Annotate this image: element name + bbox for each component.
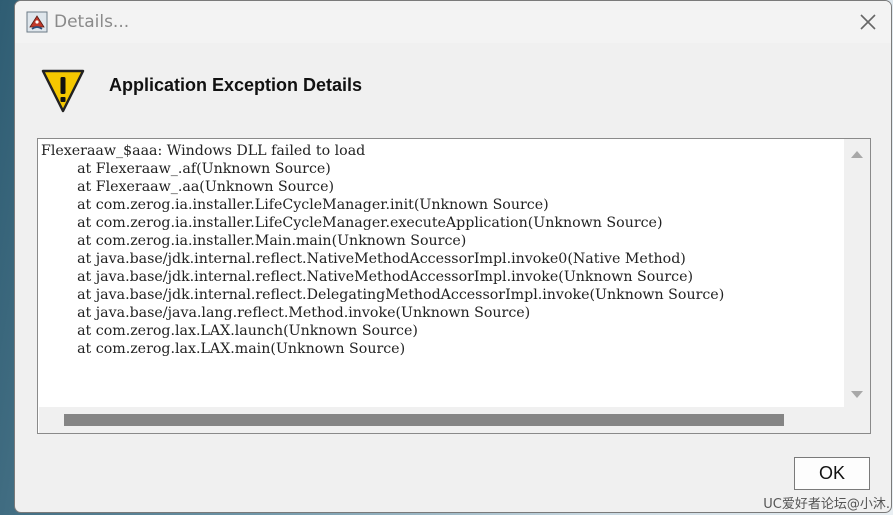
dialog-heading: Application Exception Details: [109, 75, 363, 95]
horizontal-scroll-thumb[interactable]: [64, 414, 784, 426]
scroll-up-arrow-icon[interactable]: [851, 151, 863, 158]
exception-details-panel[interactable]: Flexeraaw_$aaa: Windows DLL failed to lo…: [37, 138, 871, 434]
vertical-scrollbar[interactable]: [844, 139, 870, 433]
ok-button[interactable]: OK: [794, 457, 870, 490]
stack-trace-line: at com.zerog.ia.installer.LifeCycleManag…: [41, 197, 549, 213]
stack-trace-line: at com.zerog.ia.installer.LifeCycleManag…: [41, 215, 663, 231]
close-x-icon: [860, 14, 876, 30]
exception-details-text[interactable]: Flexeraaw_$aaa: Windows DLL failed to lo…: [39, 140, 845, 408]
horizontal-scrollbar[interactable]: [39, 407, 845, 433]
java-installer-icon: [26, 11, 48, 33]
stack-trace-line: at java.base/jdk.internal.reflect.Native…: [41, 251, 686, 267]
scroll-down-arrow-icon[interactable]: [851, 391, 863, 398]
stack-trace-line: at com.zerog.ia.installer.Main.main(Unkn…: [41, 233, 467, 249]
stack-trace-line: at java.base/jdk.internal.reflect.Delega…: [41, 287, 725, 303]
stack-trace-line: Flexeraaw_$aaa: Windows DLL failed to lo…: [41, 143, 366, 159]
warning-triangle-icon: [41, 68, 85, 114]
title-bar[interactable]: Details...: [15, 1, 891, 43]
details-dialog-window: Details... Application Exception Details…: [14, 0, 892, 513]
stack-trace-line: at Flexeraaw_.aa(Unknown Source): [41, 179, 335, 195]
window-title: Details...: [54, 12, 130, 32]
stack-trace-line: at Flexeraaw_.af(Unknown Source): [41, 161, 331, 177]
stack-trace-line: at com.zerog.lax.LAX.main(Unknown Source…: [41, 341, 406, 357]
stack-trace-line: at java.base/java.lang.reflect.Method.in…: [41, 305, 531, 321]
watermark-text: UC爱好者论坛@小沐.: [763, 497, 890, 512]
stack-trace-line: at com.zerog.lax.LAX.launch(Unknown Sour…: [41, 323, 418, 339]
stack-trace-line: at java.base/jdk.internal.reflect.Native…: [41, 269, 694, 285]
close-button[interactable]: [855, 9, 881, 35]
